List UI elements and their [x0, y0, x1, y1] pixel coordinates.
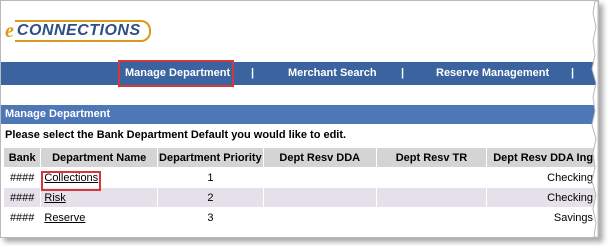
logo-e: e [5, 19, 14, 42]
nav-merchant-search[interactable]: Merchant Search [288, 67, 377, 79]
cell-dda-type: Savings [487, 208, 597, 227]
highlight-box-nav [118, 60, 234, 87]
logo-text: CONNECTIONS [14, 20, 151, 42]
header-department-name: Department Name [41, 148, 157, 167]
cell-dda [263, 188, 376, 207]
department-link-risk[interactable]: Risk [44, 192, 65, 204]
cell-dda-type: Checking [487, 188, 597, 207]
cell-tr [376, 168, 487, 187]
cell-bank: #### [4, 168, 41, 187]
cell-dda-type: Checking [487, 168, 597, 187]
instructions-text: Please select the Bank Department Defaul… [5, 129, 347, 141]
header-department-priority: Department Priority [157, 148, 263, 167]
department-link-reserve[interactable]: Reserve [44, 212, 85, 224]
nav-separator: | [571, 67, 575, 79]
table-row: #### Reserve 3 Savings [4, 208, 597, 227]
header-dept-resv-dda: Dept Resv DDA [263, 148, 376, 167]
cell-bank: #### [4, 188, 41, 207]
screenshot-frame: e CONNECTIONS Manage Department | Mercha… [0, 0, 599, 238]
torn-edge [591, 1, 598, 237]
nav-reserve-management[interactable]: Reserve Management [436, 67, 549, 79]
section-header: Manage Department [1, 105, 598, 124]
header-dept-resv-tr: Dept Resv TR [376, 148, 487, 167]
nav-separator: | [251, 67, 255, 79]
cell-priority: 1 [157, 168, 263, 187]
header-bank: Bank [4, 148, 41, 167]
cell-priority: 2 [157, 188, 263, 207]
header-dept-resv-dda-ind: Dept Resv DDA Ing [487, 148, 597, 167]
cell-tr [376, 188, 487, 207]
highlight-box-collections [41, 171, 101, 191]
cell-tr [376, 208, 487, 227]
cell-dda [263, 168, 376, 187]
cell-priority: 3 [157, 208, 263, 227]
cell-department-name: Reserve [41, 208, 157, 227]
cell-dda [263, 208, 376, 227]
table-header-row: Bank Department Name Department Priority… [4, 148, 597, 167]
section-title: Manage Department [5, 108, 111, 120]
nav-separator: | [401, 67, 405, 79]
econnections-logo: e CONNECTIONS [5, 19, 151, 43]
top-nav-bar: Manage Department | Merchant Search | Re… [1, 62, 598, 85]
cell-bank: #### [4, 208, 41, 227]
